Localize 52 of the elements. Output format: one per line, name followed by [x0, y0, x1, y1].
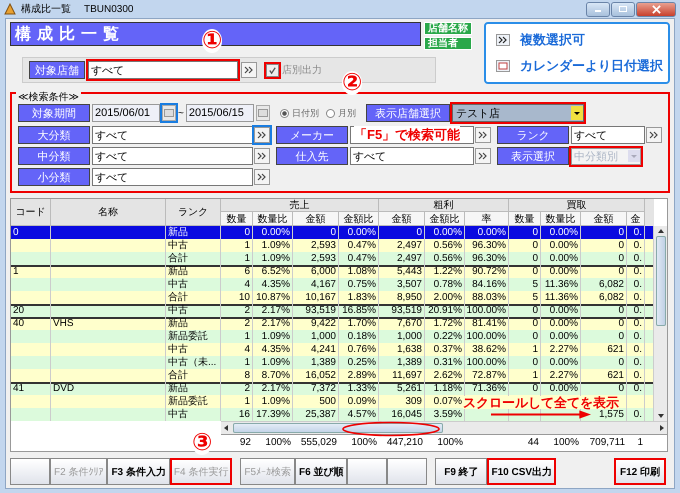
checkbox-label: 店別出力: [282, 64, 322, 77]
total-cell-text: 100%: [552, 436, 580, 450]
radio-label: 月別: [338, 106, 356, 120]
legend-text: カレンダーより日付選択: [520, 57, 663, 75]
total-cell-text: 100%: [350, 436, 378, 450]
total-cell-text: 1: [636, 436, 644, 450]
field-label: 小分類: [18, 168, 90, 186]
field-label: 表示店舗選択: [366, 104, 450, 122]
header-label: 担当者: [424, 37, 472, 50]
column-header: 数量: [509, 212, 541, 226]
column-header: 金額: [379, 212, 425, 226]
column-header: 名称: [51, 199, 166, 226]
column-header: コード: [11, 199, 51, 226]
window-code: TBUN0300: [84, 4, 134, 14]
column-header: 金額: [581, 212, 627, 226]
column-group-header: 買取: [509, 199, 645, 212]
column-header: 金額比: [339, 212, 379, 226]
legend-text: 複数選択可: [520, 31, 585, 49]
column-header: 率: [465, 212, 509, 226]
field-label: 対象期間: [18, 104, 90, 122]
total-cell-text: 709,711: [588, 436, 626, 450]
hint-tooltip: 「F5」で検索可能: [354, 126, 460, 143]
step-marker: ①: [202, 29, 222, 53]
column-header: ランク: [166, 199, 221, 226]
field-label: ランク: [497, 126, 569, 144]
range-separator: ~: [178, 108, 184, 118]
annotation-tooltip: スクロールして全てを表示: [463, 396, 619, 409]
column-header: 金額: [293, 212, 339, 226]
group-title: ≪検索条件≫: [16, 92, 81, 103]
field-label: 対象店舗: [29, 61, 85, 79]
column-group-header: 売上: [221, 199, 379, 212]
column-header: 数量比: [253, 212, 293, 226]
column-header: 金: [627, 212, 645, 226]
total-cell-text: 92: [238, 436, 252, 450]
window-title: 構成比一覧: [21, 2, 71, 16]
total-cell-text: 447,210: [386, 436, 424, 450]
field-label: 中分類: [18, 147, 90, 165]
field-label: 仕入先: [276, 147, 348, 165]
total-cell-text: 100%: [436, 436, 464, 450]
column-header: 数量比: [541, 212, 581, 226]
field-label: 表示選択: [497, 147, 569, 165]
field-label: メーカー: [276, 126, 348, 144]
total-cell-text: 100%: [264, 436, 292, 450]
column-group-header: 粗利: [379, 199, 509, 212]
field-label: 大分類: [18, 126, 90, 144]
column-header: 数量: [221, 212, 253, 226]
column-header: 金額比: [425, 212, 465, 226]
total-cell-text: 555,029: [300, 436, 338, 450]
table-cell: 中古: [166, 408, 221, 421]
radio-label: 日付別: [292, 106, 319, 120]
header-label: 店舗名称: [424, 22, 472, 35]
total-cell-text: 44: [526, 436, 540, 450]
